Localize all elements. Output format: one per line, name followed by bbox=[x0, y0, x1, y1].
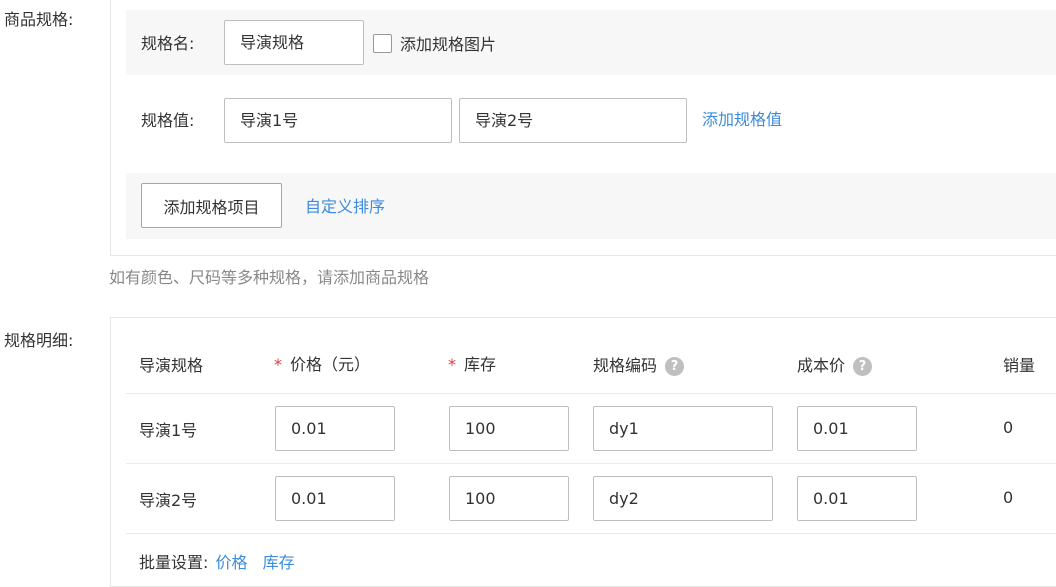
spec-name-input[interactable]: 导演规格 bbox=[224, 20, 364, 65]
help-icon[interactable]: ? bbox=[853, 357, 873, 376]
row-spec-name: 导演1号 bbox=[139, 421, 198, 440]
add-spec-image-checkbox[interactable] bbox=[373, 34, 392, 53]
custom-sort-link[interactable]: 自定义排序 bbox=[305, 193, 385, 217]
add-spec-value-link[interactable]: 添加规格值 bbox=[702, 106, 782, 130]
batch-settings: 批量设置: 价格 库存 bbox=[139, 549, 295, 573]
required-mark: * bbox=[274, 355, 282, 374]
spec-section-label: 商品规格: bbox=[4, 10, 74, 29]
spec-value-label: 规格值: bbox=[141, 111, 195, 130]
row-spec-name: 导演2号 bbox=[139, 491, 198, 510]
stock-input[interactable]: 100 bbox=[449, 476, 569, 521]
header-code: 规格编码? bbox=[593, 352, 685, 376]
row-divider bbox=[126, 393, 1056, 394]
price-input[interactable]: 0.01 bbox=[275, 476, 395, 521]
header-price-label: 价格（元） bbox=[290, 355, 371, 374]
batch-settings-label: 批量设置: bbox=[139, 553, 209, 572]
spec-name-label: 规格名: bbox=[141, 34, 195, 53]
sales-value: 0 bbox=[1003, 418, 1014, 437]
header-price: * 价格（元） bbox=[274, 351, 370, 375]
batch-stock-link[interactable]: 库存 bbox=[263, 553, 295, 572]
spec-hint: 如有颜色、尺码等多种规格，请添加商品规格 bbox=[109, 268, 430, 287]
header-code-label: 规格编码 bbox=[593, 356, 658, 375]
required-mark: * bbox=[448, 355, 456, 374]
header-stock: * 库存 bbox=[448, 351, 496, 375]
detail-table-panel: 导演规格 * 价格（元） * 库存 规格编码? 成本价? 销量 导演1号 0.01 … bbox=[110, 317, 1056, 587]
spec-value-input-2[interactable]: 导演2号 bbox=[459, 98, 687, 143]
add-spec-item-button[interactable]: 添加规格项目 bbox=[141, 183, 282, 228]
spec-value-input-1[interactable]: 导演1号 bbox=[224, 98, 452, 143]
code-input[interactable]: dy2 bbox=[593, 476, 773, 521]
batch-price-link[interactable]: 价格 bbox=[216, 553, 248, 572]
code-input[interactable]: dy1 bbox=[593, 406, 773, 451]
add-spec-image-label[interactable]: 添加规格图片 bbox=[400, 31, 496, 55]
header-spec: 导演规格 bbox=[139, 356, 204, 375]
cost-input[interactable]: 0.01 bbox=[797, 406, 917, 451]
add-spec-item-band: 添加规格项目 自定义排序 bbox=[126, 173, 1056, 239]
help-icon[interactable]: ? bbox=[665, 357, 685, 376]
header-stock-label: 库存 bbox=[464, 355, 497, 374]
spec-name-band: 规格名: 导演规格 添加规格图片 bbox=[126, 10, 1056, 75]
header-sales: 销量 bbox=[1003, 356, 1036, 375]
cost-input[interactable]: 0.01 bbox=[797, 476, 917, 521]
row-divider bbox=[126, 463, 1056, 464]
price-input[interactable]: 0.01 bbox=[275, 406, 395, 451]
row-divider bbox=[126, 533, 1056, 534]
stock-input[interactable]: 100 bbox=[449, 406, 569, 451]
detail-section-label: 规格明细: bbox=[4, 331, 74, 350]
header-cost: 成本价? bbox=[797, 352, 873, 376]
spec-panel: 规格名: 导演规格 添加规格图片 规格值: 导演1号 导演2号 添加规格值 添加… bbox=[110, 0, 1056, 256]
sales-value: 0 bbox=[1003, 488, 1014, 507]
header-cost-label: 成本价 bbox=[797, 356, 846, 375]
